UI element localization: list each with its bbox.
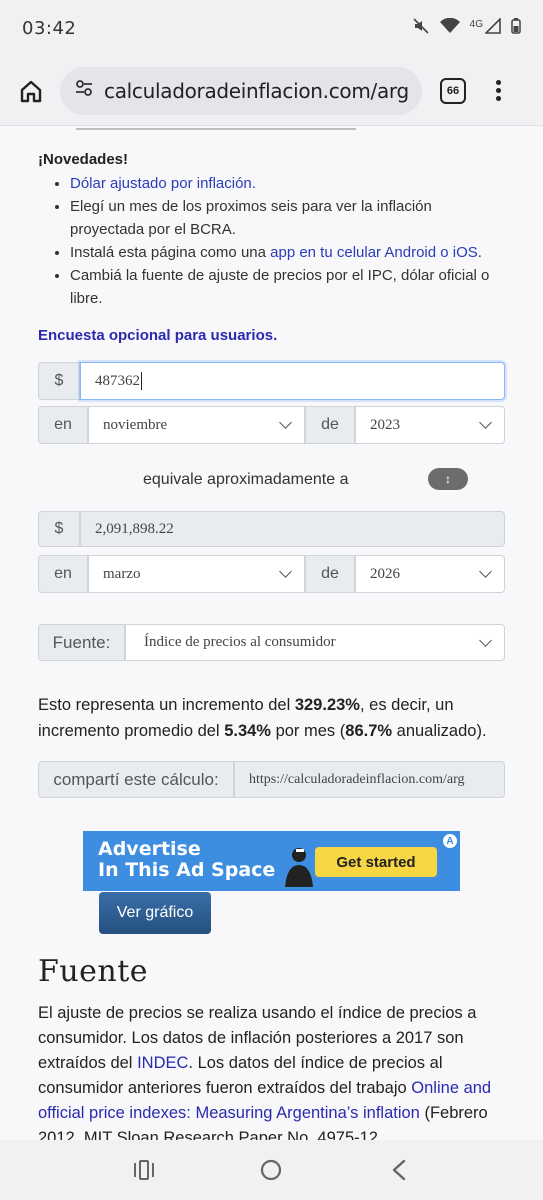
news-item: Cambiá la fuente de ajuste de precios po… [70, 264, 510, 310]
chevron-down-icon [479, 565, 492, 578]
home-icon[interactable] [14, 74, 48, 108]
swap-icon: ↕ [445, 472, 451, 486]
indec-link[interactable]: INDEC [137, 1054, 188, 1072]
input-month-select[interactable]: noviembre [88, 406, 305, 444]
ad-headline: Advertise In This Ad Space [98, 838, 276, 881]
chevron-down-icon [279, 565, 292, 578]
monthly-increase: 5.34% [224, 722, 271, 740]
share-label: compartí este cálculo: [38, 761, 234, 798]
in-label: en [38, 555, 88, 593]
cut-off-text [76, 126, 356, 130]
recents-icon[interactable] [124, 1160, 164, 1180]
battery-icon [511, 18, 521, 38]
chevron-down-icon [279, 416, 292, 429]
of-label: de [305, 555, 355, 593]
person-illustration-icon [285, 848, 313, 887]
browser-menu-icon[interactable] [496, 80, 501, 101]
news-item: Elegí un mes de los proximos seis para v… [70, 195, 510, 241]
of-label: de [305, 406, 355, 444]
share-row: compartí este cálculo: https://calculado… [38, 761, 505, 798]
source-section-title: Fuente [38, 954, 149, 989]
news-item: Dólar ajustado por inflación. [70, 172, 510, 195]
browser-toolbar: calculadoradeinflacion.com/argent 66 [0, 56, 543, 126]
source-row: Fuente: Índice de precios al consumidor [38, 624, 505, 661]
ad-cta-button[interactable]: Get started [315, 847, 437, 877]
wifi-icon [439, 17, 460, 38]
mute-icon [412, 17, 430, 39]
chevron-down-icon [479, 633, 492, 647]
clock: 03:42 [22, 17, 77, 39]
output-year-select[interactable]: 2026 [355, 555, 505, 593]
news-title: ¡Novedades! [38, 151, 129, 168]
news-link-app[interactable]: app en tu celular Android o iOS [270, 244, 478, 261]
equivalence-label: equivale aproximadamente a [143, 471, 349, 488]
input-amount-row: $ 487362 [38, 362, 505, 400]
ad-banner[interactable]: Advertise In This Ad Space Get started A [83, 831, 460, 891]
share-url-field[interactable]: https://calculadoradeinflacion.com/arg [234, 761, 505, 798]
input-year-select[interactable]: 2023 [355, 406, 505, 444]
source-section-body: El ajuste de precios se realiza usando e… [38, 1004, 492, 1140]
url-text: calculadoradeinflacion.com/argent [104, 78, 408, 103]
news-link-dolar[interactable]: Dólar ajustado por inflación. [70, 175, 256, 192]
adchoices-icon[interactable]: A [443, 834, 457, 848]
total-increase: 329.23% [294, 696, 360, 714]
annual-increase: 86.7% [345, 722, 393, 740]
back-icon[interactable] [379, 1159, 419, 1181]
survey-link[interactable]: Encuesta opcional para usuarios. [38, 327, 277, 344]
equivalence-row: equivale aproximadamente a ↕ [38, 464, 505, 496]
currency-addon: $ [38, 362, 80, 400]
tab-switcher-button[interactable]: 66 [440, 77, 466, 104]
news-item: Instalá esta página como una app en tu c… [70, 241, 510, 264]
swap-button[interactable]: ↕ [428, 468, 468, 490]
chevron-down-icon [479, 416, 492, 429]
news-list: Dólar ajustado por inflación. Elegí un m… [70, 172, 510, 310]
result-amount-field: 2,091,898.22 [80, 511, 505, 547]
source-label: Fuente: [38, 624, 125, 661]
view-chart-button[interactable]: Ver gráfico [99, 892, 211, 934]
currency-addon: $ [38, 511, 80, 547]
network-type: 4G [469, 18, 483, 30]
source-select[interactable]: Índice de precios al consumidor [125, 624, 505, 661]
result-summary: Esto representa un incremento del 329.23… [38, 696, 487, 740]
home-nav-icon[interactable] [251, 1159, 291, 1181]
output-date-row: en marzo de 2026 [38, 555, 505, 593]
status-bar: 03:42 4G [0, 0, 543, 56]
signal-icon [484, 17, 501, 38]
input-date-row: en noviembre de 2023 [38, 406, 505, 444]
in-label: en [38, 406, 88, 444]
amount-input[interactable]: 487362 [80, 362, 505, 400]
output-month-select[interactable]: marzo [88, 555, 305, 593]
address-bar[interactable]: calculadoradeinflacion.com/argent [60, 66, 422, 115]
page-content: ¡Novedades! Dólar ajustado por inflación… [0, 126, 543, 1140]
status-icons: 4G [412, 17, 521, 39]
site-settings-icon[interactable] [74, 78, 94, 103]
output-amount-row: $ 2,091,898.22 [38, 511, 505, 547]
system-nav-bar [0, 1140, 543, 1200]
